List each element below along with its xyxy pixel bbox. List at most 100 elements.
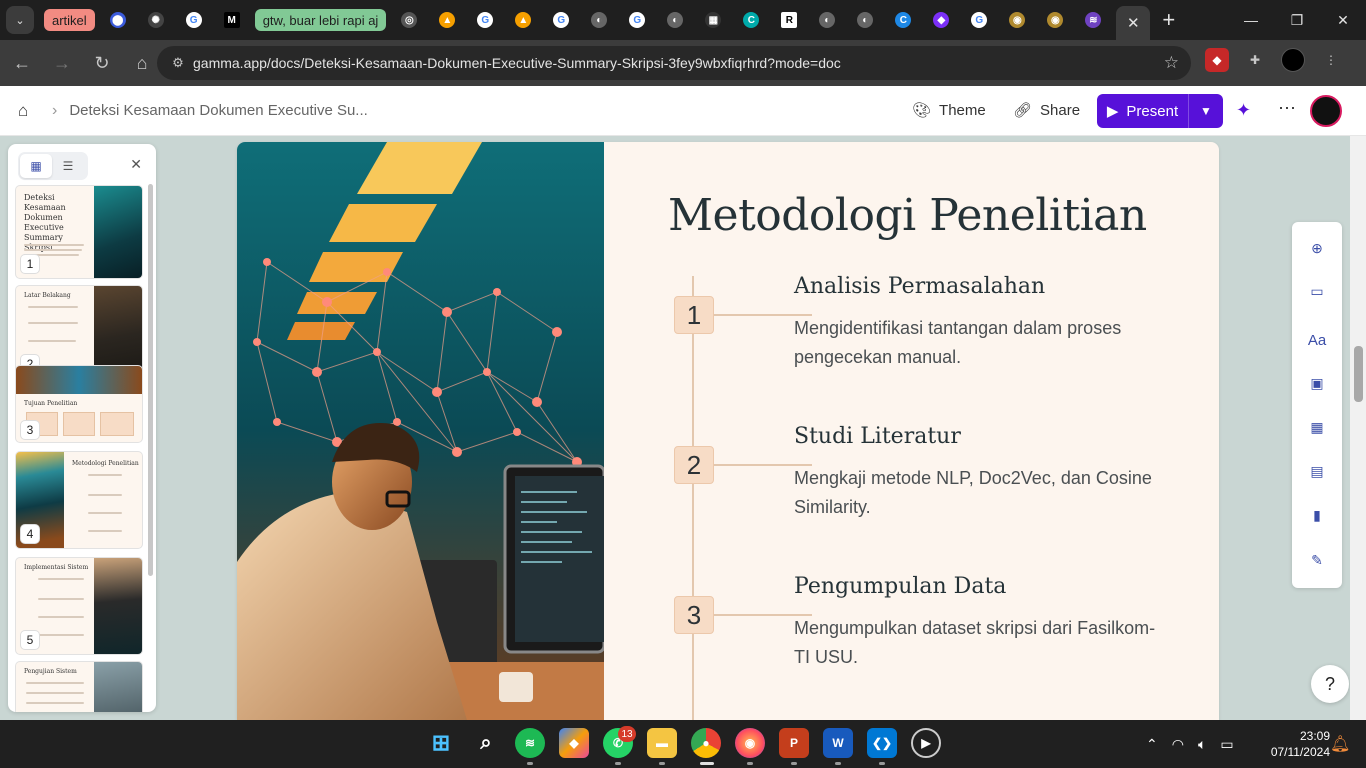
- windows-start-icon[interactable]: ⊞: [426, 728, 456, 758]
- copilot-icon[interactable]: ◆: [559, 728, 589, 758]
- tab[interactable]: G: [470, 6, 500, 34]
- chrome-taskbar-icon[interactable]: ●: [691, 728, 721, 758]
- present-button[interactable]: ▶ Present ▼: [1097, 94, 1223, 128]
- forward-arrow-icon[interactable]: →: [44, 45, 80, 81]
- slide-thumbnail-3[interactable]: Tujuan Penelitian 3: [16, 366, 142, 442]
- address-bar[interactable]: ⚙ gamma.app/docs/Deteksi-Kesamaan-Dokume…: [157, 46, 1191, 80]
- firefox-icon[interactable]: ◉: [735, 728, 765, 758]
- tab-search-chevron-icon[interactable]: ⌄: [6, 6, 34, 34]
- chevron-up-icon[interactable]: ⌃: [1146, 736, 1158, 753]
- scrollbar-thumb[interactable]: [1354, 346, 1363, 402]
- tab-group-gtw[interactable]: gtw, buar lebi rapi aj: [254, 6, 387, 34]
- slide-thumbnail-5[interactable]: Implementasi Sistem 5: [16, 558, 142, 654]
- slide-thumbnail-2[interactable]: Latar Belakang 2: [16, 286, 142, 378]
- tab-group-label[interactable]: gtw, buar lebi rapi aj: [254, 9, 387, 31]
- help-button[interactable]: ?: [1311, 665, 1349, 703]
- wifi-icon[interactable]: ◠: [1172, 736, 1184, 753]
- list-view-icon[interactable]: ☰: [52, 154, 84, 178]
- reload-icon[interactable]: ↻: [84, 45, 120, 81]
- tab[interactable]: ◐: [660, 6, 690, 34]
- layout-icon[interactable]: ▭: [1307, 281, 1327, 301]
- notification-bell-icon[interactable]: 🔔︎: [1330, 734, 1350, 754]
- search-icon[interactable]: ⌕: [471, 728, 501, 758]
- chevron-down-icon[interactable]: ▼: [1189, 94, 1223, 128]
- tab[interactable]: ◎: [394, 6, 424, 34]
- volume-icon[interactable]: 🔈︎: [1198, 736, 1206, 753]
- spotify-icon[interactable]: ≋: [515, 728, 545, 758]
- tab[interactable]: G: [546, 6, 576, 34]
- tab[interactable]: R: [774, 6, 804, 34]
- tab-group-label[interactable]: artikel: [44, 9, 95, 31]
- thumbnail-view-icon[interactable]: ▦: [20, 154, 52, 178]
- text-style-icon[interactable]: Aa: [1307, 330, 1327, 350]
- profile-avatar[interactable]: [1281, 48, 1305, 72]
- media-player-icon[interactable]: ▶: [911, 728, 941, 758]
- chrome-menu-icon[interactable]: ⋮: [1319, 48, 1343, 72]
- restore-icon[interactable]: ❐: [1274, 0, 1320, 40]
- step-title[interactable]: Studi Literatur: [794, 424, 1194, 449]
- url-text[interactable]: gamma.app/docs/Deteksi-Kesamaan-Dokumen-…: [193, 55, 841, 71]
- battery-icon[interactable]: ▭: [1220, 736, 1233, 753]
- slide-thumbnail-1[interactable]: Deteksi Kesamaan Dokumen Executive Summa…: [16, 186, 142, 278]
- tab[interactable]: ⬤: [103, 6, 133, 34]
- home-icon[interactable]: ⌂: [124, 45, 160, 81]
- tab[interactable]: ◉: [1002, 6, 1032, 34]
- tab[interactable]: ◐: [850, 6, 880, 34]
- tab[interactable]: ▦: [698, 6, 728, 34]
- taskbar-clock[interactable]: 23:09 07/11/2024: [1254, 728, 1330, 760]
- close-window-icon[interactable]: ✕: [1320, 0, 1366, 40]
- file-explorer-icon[interactable]: ▬: [647, 728, 677, 758]
- tab[interactable]: ◆: [926, 6, 956, 34]
- tab[interactable]: M: [217, 6, 247, 34]
- tab[interactable]: G: [179, 6, 209, 34]
- user-avatar[interactable]: [1310, 95, 1342, 127]
- step-title[interactable]: Analisis Permasalahan: [794, 274, 1194, 299]
- vscode-icon[interactable]: ❮❯: [867, 728, 897, 758]
- image-icon[interactable]: ▣: [1307, 373, 1327, 393]
- ai-sparkle-icon[interactable]: ✦: [1236, 100, 1251, 121]
- powerpoint-icon[interactable]: P: [779, 728, 809, 758]
- present-main[interactable]: ▶ Present: [1097, 94, 1189, 128]
- tab[interactable]: ◐: [812, 6, 842, 34]
- bookmark-star-icon[interactable]: ☆: [1164, 53, 1179, 73]
- tab-group-artikel[interactable]: artikel: [44, 6, 95, 34]
- tab[interactable]: ▲: [432, 6, 462, 34]
- active-tab-close-icon[interactable]: ✕: [1116, 6, 1151, 40]
- close-panel-icon[interactable]: ✕: [130, 156, 142, 173]
- step-description[interactable]: Mengumpulkan dataset skripsi dari Fasilk…: [794, 614, 1164, 672]
- share-button[interactable]: 🔗︎ Share: [1013, 101, 1080, 120]
- chart-icon[interactable]: ▮: [1307, 505, 1327, 525]
- site-settings-icon[interactable]: ⚙: [163, 55, 193, 71]
- tab[interactable]: ▲: [508, 6, 538, 34]
- step-description[interactable]: Mengkaji metode NLP, Doc2Vec, dan Cosine…: [794, 464, 1164, 522]
- step-description[interactable]: Mengidentifikasi tantangan dalam proses …: [794, 314, 1164, 372]
- tab[interactable]: C: [888, 6, 918, 34]
- step-title[interactable]: Pengumpulan Data: [794, 574, 1194, 599]
- home-icon[interactable]: ⌂: [18, 101, 38, 121]
- tab[interactable]: G: [964, 6, 994, 34]
- tab[interactable]: G: [622, 6, 652, 34]
- tab[interactable]: ◉: [1040, 6, 1070, 34]
- more-options-icon[interactable]: ⋯: [1278, 98, 1296, 119]
- extension-icon[interactable]: ◆: [1205, 48, 1229, 72]
- page-scrollbar[interactable]: [1350, 136, 1366, 720]
- embed-icon[interactable]: ▤: [1307, 461, 1327, 481]
- minimize-icon[interactable]: —: [1228, 0, 1274, 40]
- extensions-puzzle-icon[interactable]: ✚: [1243, 48, 1267, 72]
- tab[interactable]: ◐: [584, 6, 614, 34]
- edit-form-icon[interactable]: ✎: [1307, 550, 1327, 570]
- new-tab-plus-icon[interactable]: +: [1162, 7, 1175, 33]
- slide-title[interactable]: Metodologi Penelitian: [668, 190, 1147, 241]
- slide-thumbnail-6[interactable]: Pengujian Sistem: [16, 662, 142, 712]
- tab[interactable]: ≋: [1078, 6, 1108, 34]
- slide-thumbnail-4[interactable]: Metodologi Penelitian 4: [16, 452, 142, 548]
- panel-scrollbar[interactable]: [148, 184, 153, 576]
- word-icon[interactable]: W: [823, 728, 853, 758]
- add-card-icon[interactable]: ⊕: [1307, 238, 1327, 258]
- tab[interactable]: ✺: [141, 6, 171, 34]
- tab[interactable]: C: [736, 6, 766, 34]
- video-icon[interactable]: ▦: [1307, 417, 1327, 437]
- theme-button[interactable]: 🎨︎ Theme: [912, 101, 986, 120]
- back-arrow-icon[interactable]: ←: [4, 45, 40, 81]
- breadcrumb[interactable]: Deteksi Kesamaan Dokumen Executive Su...: [69, 102, 367, 119]
